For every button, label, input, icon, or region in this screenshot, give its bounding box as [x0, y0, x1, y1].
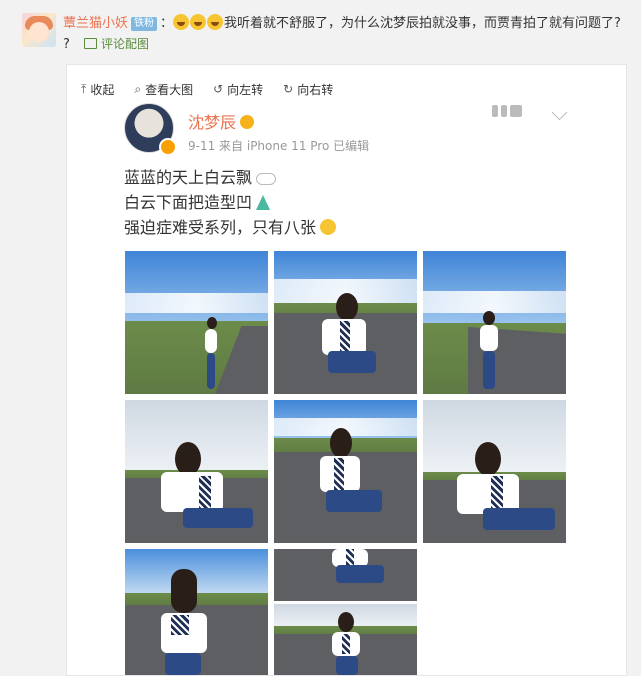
grid-photo[interactable] [274, 251, 417, 394]
smile-emoji-icon [320, 219, 337, 235]
grid-photo[interactable] [274, 604, 417, 675]
view-large-button[interactable]: ⌕ 查看大图 [134, 80, 193, 98]
post-line-2: 白云下面把造型凹 [124, 193, 253, 212]
comment-username[interactable]: 蕈兰猫小妖 [63, 16, 128, 31]
rotate-left-button[interactable]: ↺ 向左转 [213, 80, 263, 98]
comment-body: 蕈兰猫小妖 铁粉：我听着就不舒服了，为什么沈梦辰拍就没事，而贾青拍了就有问题了? … [63, 14, 621, 52]
view-comment-image-link[interactable]: 评论配图 [84, 37, 149, 51]
image-viewer: ⤒ 收起 ⌕ 查看大图 ↺ 向左转 ↻ 向右转 沈梦辰 9-11 来自 iPhone 1… [66, 64, 627, 676]
post-line-3: 强迫症难受系列，只有八张 [124, 218, 317, 237]
photo-grid [125, 251, 567, 675]
post-line-1: 蓝蓝的天上白云飘 [124, 168, 253, 187]
grid-photo[interactable] [423, 251, 566, 394]
grid-photo[interactable] [125, 400, 268, 543]
comment-item: 蕈兰猫小妖 铁粉：我听着就不舒服了，为什么沈梦辰拍就没事，而贾青拍了就有问题了? … [0, 0, 641, 676]
rotate-left-icon: ↺ [213, 82, 224, 96]
post-meta: 9-11 来自 iPhone 11 Pro 已编辑 [188, 139, 370, 153]
crown-icon [240, 115, 255, 129]
post-author: 沈梦辰 [188, 109, 255, 133]
verified-badge-icon [159, 138, 177, 156]
grid-photo[interactable] [274, 400, 417, 543]
grid-photo[interactable] [125, 251, 268, 394]
grid-photo[interactable] [274, 549, 417, 601]
search-icon: ⌕ [134, 81, 142, 96]
fan-badge: 铁粉 [131, 17, 158, 31]
viewer-toolbar: ⤒ 收起 ⌕ 查看大图 ↺ 向左转 ↻ 向右转 [81, 80, 333, 98]
laugh-cry-emoji-icon [207, 14, 224, 30]
dress-emoji-icon [256, 195, 271, 210]
arrow-up-icon: ⤒ [81, 81, 87, 96]
post-top-icons [492, 105, 524, 119]
commenter-avatar[interactable] [22, 13, 56, 47]
collapse-button[interactable]: ⤒ 收起 [81, 80, 114, 98]
chevron-down-icon [551, 104, 568, 121]
rotate-right-icon: ↻ [283, 82, 294, 96]
grid-photo[interactable] [125, 549, 268, 675]
grid-photo[interactable] [423, 400, 566, 543]
image-icon [84, 38, 98, 49]
laugh-cry-emoji-icon [190, 14, 207, 30]
cloud-emoji-icon [256, 173, 277, 185]
laugh-cry-emoji-icon [173, 14, 190, 30]
rotate-right-button[interactable]: ↻ 向右转 [283, 80, 333, 98]
post-text: 蓝蓝的天上白云飘 白云下面把造型凹 强迫症难受系列，只有八张 [124, 165, 337, 240]
